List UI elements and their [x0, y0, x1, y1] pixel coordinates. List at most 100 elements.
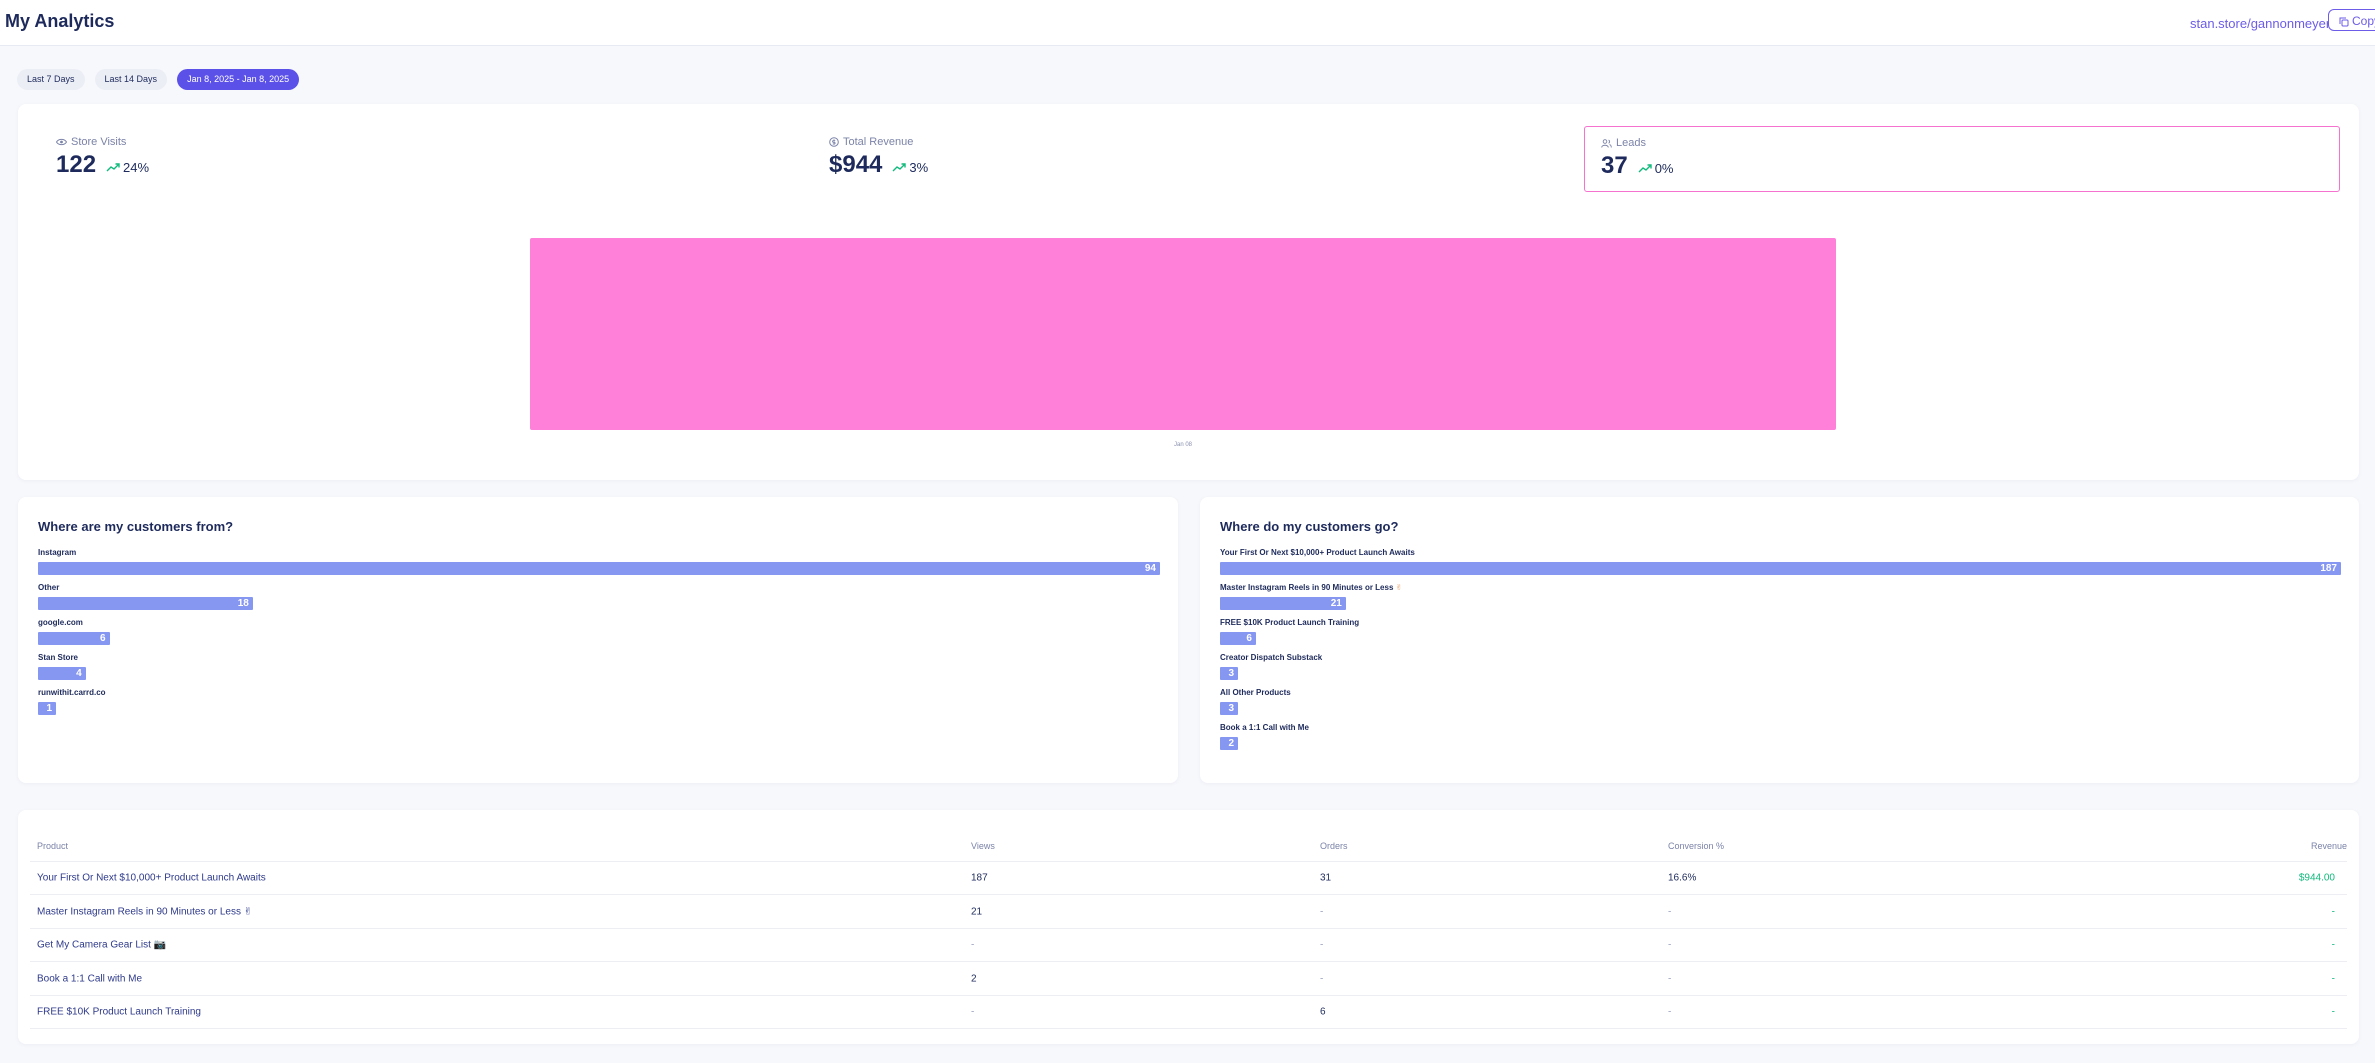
copy-link-button[interactable]: Copy [2328, 9, 2375, 31]
bar-fill: 18 [38, 597, 253, 610]
stat-store-visits[interactable]: Store Visits 122 24% [40, 126, 796, 192]
emoji-icon: ✌ [1393, 583, 1403, 592]
cell-views: 2 [971, 973, 977, 984]
bar-fill: 3 [1220, 702, 1238, 715]
bar-fill: 6 [38, 632, 110, 645]
cell-views: - [971, 1006, 975, 1018]
cell-conversion: 16.6% [1668, 872, 1697, 884]
cell-views: - [971, 939, 975, 951]
bar-label: FREE $10K Product Launch Training [1220, 618, 2341, 630]
table-row[interactable]: Get My Camera Gear List 📷 - - - - [30, 929, 2347, 962]
bar-list-item[interactable]: All Other Products 3 [1220, 688, 2341, 723]
bar-label: Other [38, 583, 1160, 595]
bar-list-item[interactable]: Your First Or Next $10,000+ Product Laun… [1220, 548, 2341, 583]
bar-list-item[interactable]: Book a 1:1 Call with Me 2 [1220, 723, 2341, 758]
bar-fill: 3 [1220, 667, 1238, 680]
stat-label: Leads [1616, 137, 1646, 149]
filter-custom-range[interactable]: Jan 8, 2025 - Jan 8, 2025 [177, 69, 300, 90]
table-header: Product Views Orders Conversion % Revenu… [30, 830, 2347, 862]
cell-product[interactable]: FREE $10K Product Launch Training [37, 1007, 201, 1018]
bar-list-item[interactable]: FREE $10K Product Launch Training 6 [1220, 618, 2341, 653]
cell-revenue: - [2331, 1006, 2335, 1018]
bar-label-text: Other [38, 583, 60, 592]
sources-card: Where are my customers from? Instagram 94… [18, 497, 1178, 783]
bar-label-text: Book a 1:1 Call with Me [1220, 723, 1309, 732]
dollar-circle-icon [829, 137, 839, 147]
col-orders[interactable]: Orders [1320, 841, 1348, 851]
bar-label-text: Instagram [38, 548, 77, 557]
stat-change: 0% [1638, 161, 1674, 176]
users-icon [1601, 138, 1612, 148]
table-row[interactable]: Master Instagram Reels in 90 Minutes or … [30, 896, 2347, 929]
stat-change: 24% [106, 160, 149, 175]
bar-list-item[interactable]: google.com 6 [38, 618, 1160, 653]
products-table: Product Views Orders Conversion % Revenu… [18, 810, 2359, 1044]
bar-list-item[interactable]: Stan Store 4 [38, 653, 1160, 688]
cell-revenue: - [2331, 939, 2335, 951]
bar-label: google.com [38, 618, 1160, 630]
filter-last-14-days[interactable]: Last 14 Days [94, 69, 168, 90]
bar-fill: 21 [1220, 597, 1346, 610]
stat-total-revenue[interactable]: Total Revenue $944 3% [813, 126, 1569, 192]
bar-fill: 2 [1220, 737, 1238, 750]
table-row[interactable]: Book a 1:1 Call with Me 2 - - - [30, 963, 2347, 996]
bar-list-item[interactable]: Instagram 94 [38, 548, 1160, 583]
bar-label: Book a 1:1 Call with Me [1220, 723, 2341, 735]
bar-fill: 6 [1220, 632, 1256, 645]
table-row[interactable]: FREE $10K Product Launch Training - 6 - - [30, 996, 2347, 1029]
bar-label-text: Stan Store [38, 653, 79, 662]
table-row[interactable]: Your First Or Next $10,000+ Product Laun… [30, 862, 2347, 895]
col-conversion[interactable]: Conversion % [1668, 841, 1724, 851]
trend-up-icon [892, 163, 907, 172]
cell-revenue: - [2331, 906, 2335, 917]
copy-icon [2339, 17, 2349, 27]
copy-label: Copy [2352, 14, 2375, 28]
cell-product[interactable]: Get My Camera Gear List 📷 [37, 940, 166, 951]
bar-label: Master Instagram Reels in 90 Minutes or … [1220, 583, 2341, 595]
destinations-bar-list: Your First Or Next $10,000+ Product Laun… [1220, 548, 2341, 758]
bar-label: Stan Store [38, 653, 1160, 665]
stat-value: 37 [1601, 152, 1628, 179]
cell-product[interactable]: Your First Or Next $10,000+ Product Laun… [37, 873, 266, 884]
top-bar: My Analytics stan.store/gannonmeyer Copy [0, 0, 2375, 46]
cell-conversion: - [1668, 906, 1672, 917]
cell-product[interactable]: Master Instagram Reels in 90 Minutes or … [37, 906, 252, 917]
page-title: My Analytics [5, 11, 115, 31]
bar-fill: 1 [38, 702, 56, 715]
col-product[interactable]: Product [37, 841, 68, 851]
cell-orders: - [1320, 973, 1324, 984]
bar-fill: 94 [38, 562, 1160, 575]
col-views[interactable]: Views [971, 841, 995, 851]
stat-leads[interactable]: Leads 37 0% [1584, 126, 2340, 192]
bar-label-text: FREE $10K Product Launch Training [1220, 618, 1360, 627]
cell-orders: 6 [1320, 1006, 1326, 1018]
bar-label-text: google.com [38, 618, 83, 627]
stats-card: Store Visits 122 24% Total Revenue $944 [18, 104, 2359, 480]
bar-fill: 4 [38, 667, 86, 680]
store-link[interactable]: stan.store/gannonmeyer [2190, 16, 2330, 31]
col-revenue[interactable]: Revenue [2311, 841, 2347, 851]
bar-label-text: Creator Dispatch Substack [1220, 653, 1323, 662]
cell-product[interactable]: Book a 1:1 Call with Me [37, 973, 142, 984]
cell-orders: - [1320, 939, 1324, 951]
stat-value: 122 [56, 151, 97, 178]
leads-chart: Jan 08 [530, 238, 1836, 448]
filter-last-7-days[interactable]: Last 7 Days [17, 69, 85, 90]
cell-revenue: - [2331, 973, 2335, 984]
cell-orders: 31 [1320, 872, 1332, 884]
bar-label: Your First Or Next $10,000+ Product Laun… [1220, 548, 2341, 560]
trend-up-icon [1638, 164, 1652, 173]
cell-revenue: $944.00 [2298, 872, 2335, 884]
cell-conversion: - [1668, 939, 1672, 951]
chart-bar[interactable] [530, 238, 1836, 430]
trend-up-icon [106, 163, 120, 172]
bar-list-item[interactable]: runwithit.carrd.co 1 [38, 688, 1160, 723]
bar-list-item[interactable]: Master Instagram Reels in 90 Minutes or … [1220, 583, 2341, 618]
bar-label: Instagram [38, 548, 1160, 560]
bar-list-item[interactable]: Other 18 [38, 583, 1160, 618]
cell-orders: - [1320, 906, 1324, 917]
section-title: Where are my customers from? [38, 519, 234, 534]
sources-bar-list: Instagram 94 Other 18 google.com 6 Stan Store 4… [38, 548, 1160, 723]
bar-list-item[interactable]: Creator Dispatch Substack 3 [1220, 653, 2341, 688]
stat-change: 3% [892, 160, 928, 175]
